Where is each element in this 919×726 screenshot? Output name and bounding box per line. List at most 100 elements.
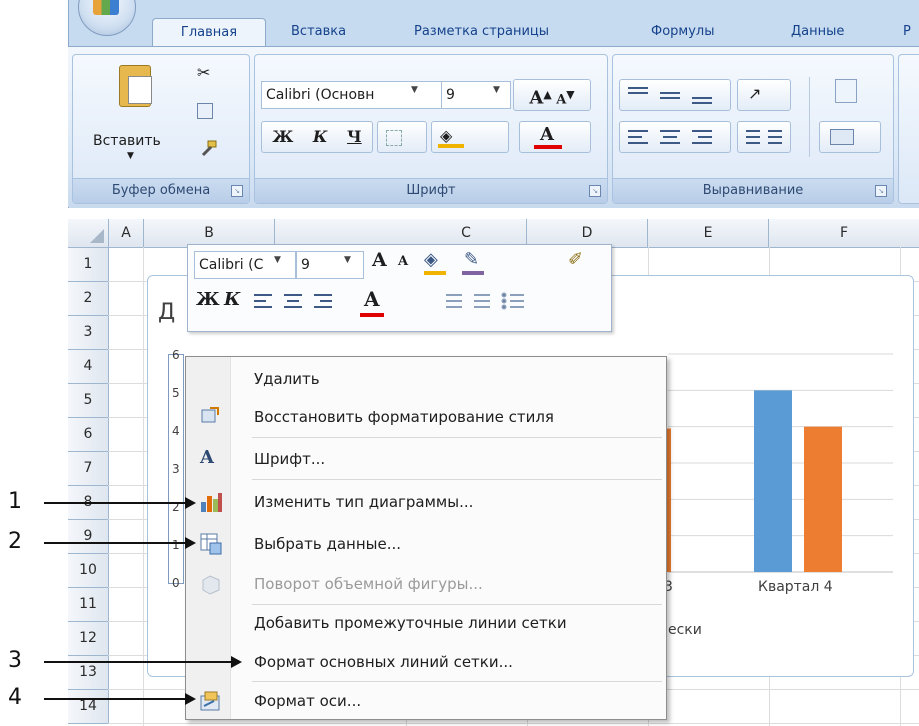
merge-center-button[interactable] — [819, 121, 881, 153]
italic-button[interactable]: К — [313, 127, 328, 146]
row-header-10[interactable]: 10 — [68, 554, 109, 588]
row-header-9[interactable]: 9 — [68, 520, 109, 554]
wrap-text-icon[interactable] — [835, 79, 857, 103]
row-header-4[interactable]: 4 — [68, 350, 109, 384]
callout-number-4: 4 — [8, 685, 22, 710]
font-size-combobox[interactable]: 9 — [441, 81, 511, 109]
row-header-3[interactable]: 3 — [68, 316, 109, 350]
column-header-f[interactable]: F — [769, 219, 919, 247]
menu-item-format-axis[interactable]: Формат оси... — [232, 683, 664, 719]
row-header-2[interactable]: 2 — [68, 282, 109, 316]
tab-data[interactable]: Данные — [791, 18, 844, 46]
column-header-d[interactable]: D — [527, 219, 648, 247]
clipboard-group-label: Буфер обмена — [73, 178, 249, 203]
alignment-launcher-icon[interactable]: ↘ — [875, 185, 887, 197]
format-axis-icon — [200, 691, 220, 711]
select-data-icon — [200, 533, 222, 555]
menu-item-select-data[interactable]: Выбрать данные... — [232, 526, 664, 562]
merge-icon — [830, 129, 854, 145]
mini-grow-font-button[interactable]: A — [372, 249, 387, 271]
bar-series-1-q4[interactable] — [754, 390, 792, 572]
tab-insert[interactable]: Вставка — [291, 18, 346, 46]
underline-button[interactable]: Ч — [347, 127, 362, 146]
callout-arrow-2 — [44, 537, 196, 549]
mini-font-size-dropdown-icon[interactable]: ▼ — [344, 255, 351, 265]
font-size-dropdown-icon[interactable]: ▼ — [493, 85, 500, 95]
horizontal-align-buttons[interactable] — [619, 121, 731, 153]
category-label-q4: Квартал 4 — [758, 579, 833, 595]
menu-item-font[interactable]: Шрифт... — [232, 441, 664, 477]
row-header-6[interactable]: 6 — [68, 418, 109, 452]
clipboard-group: Вставить ▼ ✂ Буфер обмена ↘ — [72, 54, 250, 204]
grow-font-button[interactable]: A — [529, 87, 543, 108]
tab-home[interactable]: Главная — [152, 18, 266, 47]
bold-button[interactable]: Ж — [272, 127, 293, 146]
callout-number-3: 3 — [8, 648, 22, 673]
row-header-1[interactable]: 1 — [68, 248, 109, 282]
mini-font-size-combobox[interactable]: 9 — [296, 251, 364, 279]
menu-item-reset-style[interactable]: Восстановить форматирование стиля — [232, 399, 664, 435]
select-all-corner[interactable] — [68, 219, 109, 248]
font-launcher-icon[interactable]: ↘ — [589, 185, 601, 197]
menu-item-change-chart-type[interactable]: Изменить тип диаграммы... — [232, 484, 664, 520]
vertical-align-buttons[interactable] — [619, 79, 731, 111]
font-color-icon: A — [540, 124, 554, 145]
paste-button[interactable]: Вставить — [93, 133, 161, 149]
mini-font-color-button[interactable]: A — [364, 287, 380, 311]
tab-review[interactable]: Р — [903, 18, 911, 46]
mini-indent-list-buttons[interactable] — [444, 291, 584, 315]
alignment-group: ↗ Выравнивание ↘ — [612, 54, 894, 204]
mini-format-painter-icon[interactable]: ✐ — [568, 249, 583, 270]
format-painter-icon[interactable] — [197, 139, 217, 157]
axis-title-fragment: ески — [668, 622, 702, 638]
font-name-dropdown-icon[interactable]: ▼ — [411, 85, 418, 95]
borders-button[interactable] — [377, 121, 427, 153]
mini-shrink-font-button[interactable]: A — [398, 254, 408, 269]
row-header-14[interactable]: 14 — [68, 690, 109, 724]
paste-icon[interactable] — [119, 65, 152, 107]
mini-line-color-icon[interactable]: ✎ — [464, 249, 479, 270]
office-logo-icon — [93, 0, 119, 15]
cut-icon[interactable]: ✂ — [197, 63, 210, 82]
alignment-group-label: Выравнивание — [613, 178, 893, 203]
bar-series-2-q4[interactable] — [804, 426, 842, 572]
borders-icon — [386, 130, 402, 146]
menu-item-format-major-gridlines[interactable]: Формат основных линий сетки... — [232, 644, 664, 680]
context-menu: Удалить Восстановить форматирование стил… — [185, 356, 667, 720]
column-header-a[interactable]: A — [109, 219, 144, 247]
callout-number-1: 1 — [8, 489, 22, 514]
number-group-partial — [898, 54, 919, 204]
copy-icon[interactable] — [197, 103, 213, 119]
clipboard-launcher-icon[interactable]: ↘ — [231, 185, 243, 197]
reset-style-icon — [200, 405, 220, 425]
row-header-7[interactable]: 7 — [68, 452, 109, 486]
column-header-e[interactable]: E — [648, 219, 769, 247]
tab-page-layout[interactable]: Разметка страницы — [414, 18, 549, 46]
mini-toolbar: Calibri (С ▼ 9 ▼ A A ◈ ✎ ✐ Ж К A — [187, 244, 612, 332]
callout-arrow-4 — [44, 693, 196, 705]
paste-dropdown-icon[interactable]: ▼ — [127, 151, 134, 161]
menu-item-delete[interactable]: Удалить — [232, 361, 664, 397]
shrink-font-button[interactable]: A — [556, 92, 566, 107]
mini-align-buttons[interactable] — [252, 291, 348, 315]
bold-italic-underline-group: Ж К Ч — [261, 121, 373, 153]
menu-item-add-minor-gridlines[interactable]: Добавить промежуточные линии сетки — [232, 605, 664, 641]
grow-shrink-font-buttons[interactable]: A▲ A▼ — [513, 79, 591, 111]
fill-color-button[interactable]: ◈ — [431, 121, 509, 153]
column-header-c[interactable]: C — [406, 219, 527, 247]
orientation-button[interactable]: ↗ — [737, 79, 791, 111]
row-header-11[interactable]: 11 — [68, 588, 109, 622]
indent-buttons[interactable] — [737, 121, 791, 153]
row-header-5[interactable]: 5 — [68, 384, 109, 418]
font-icon: A — [200, 447, 214, 468]
column-header-b[interactable]: B — [144, 219, 275, 247]
mini-font-name-dropdown-icon[interactable]: ▼ — [274, 255, 281, 265]
callout-number-2: 2 — [8, 529, 22, 554]
row-header-12[interactable]: 12 — [68, 622, 109, 656]
fill-bucket-icon: ◈ — [440, 126, 453, 145]
font-color-button[interactable]: A — [519, 121, 591, 153]
mini-italic-button[interactable]: К — [224, 289, 240, 310]
mini-bold-button[interactable]: Ж — [196, 289, 220, 310]
tab-formulas[interactable]: Формулы — [651, 18, 714, 46]
mini-fill-color-icon[interactable]: ◈ — [424, 249, 438, 270]
